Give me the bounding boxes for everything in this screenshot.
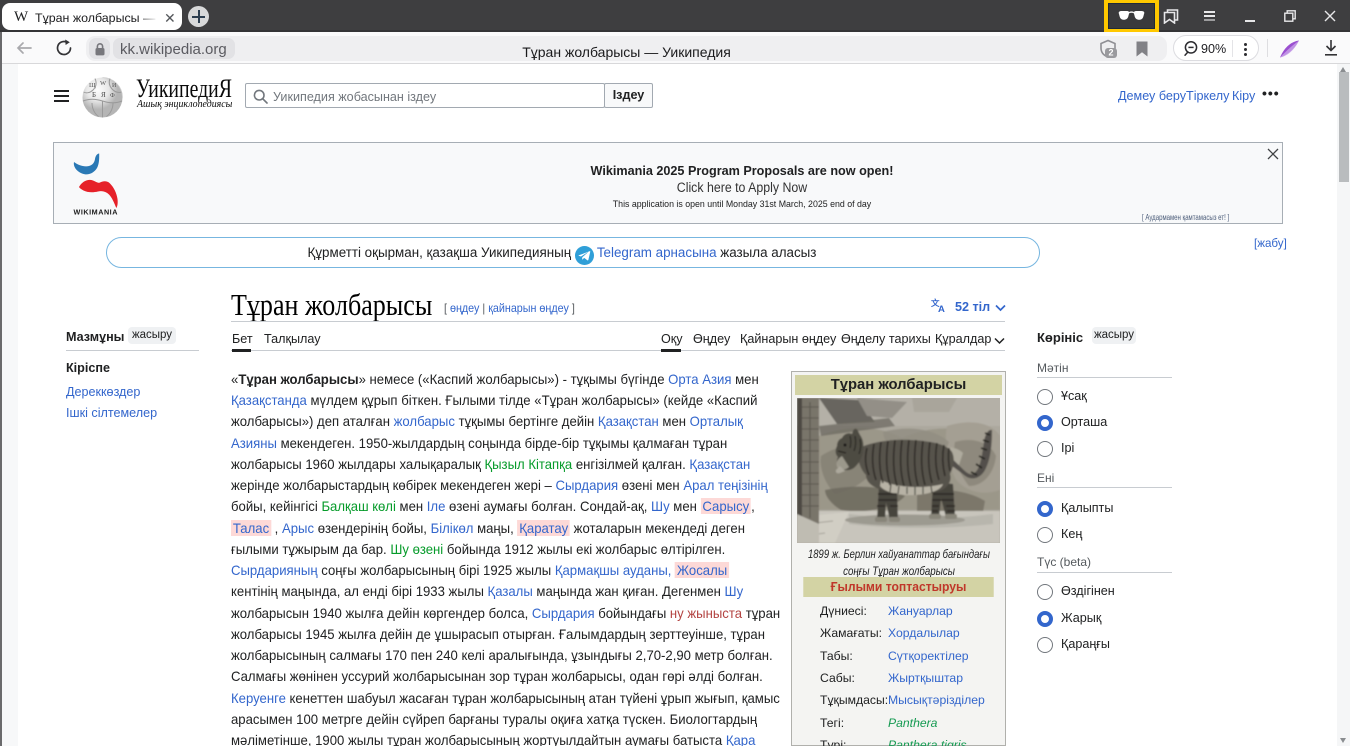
svg-text:W: W bbox=[100, 80, 107, 87]
svg-text:2: 2 bbox=[1108, 48, 1113, 58]
svg-text:A: A bbox=[938, 304, 945, 313]
svg-text:Я: Я bbox=[101, 91, 106, 99]
svg-text:WIKIMANIA: WIKIMANIA bbox=[74, 208, 118, 217]
svg-text:Ф: Ф bbox=[110, 93, 115, 99]
svg-text:И: И bbox=[112, 83, 117, 89]
svg-text:Б: Б bbox=[92, 91, 96, 99]
svg-text:Щ: Щ bbox=[89, 82, 96, 89]
